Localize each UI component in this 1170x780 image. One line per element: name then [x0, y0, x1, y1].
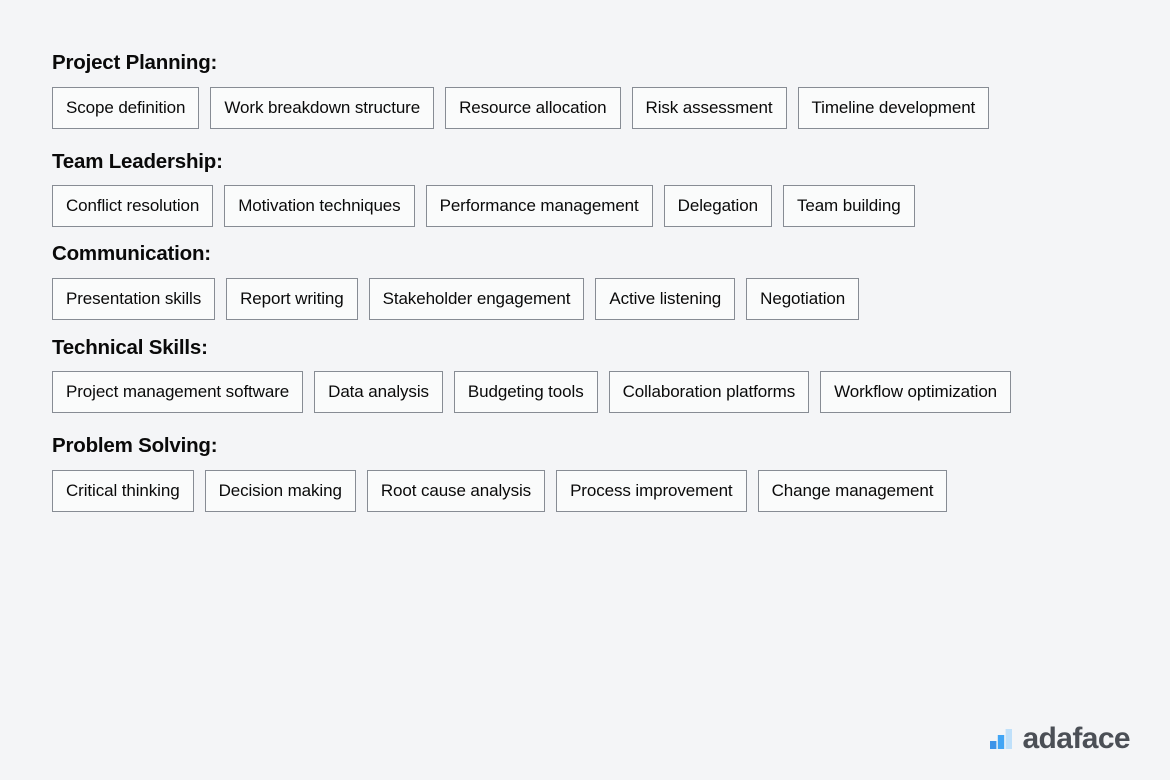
section-title: Team Leadership: [52, 149, 223, 173]
skill-tag[interactable]: Decision making [204, 469, 356, 512]
skill-tag[interactable]: Performance management [425, 185, 653, 228]
skill-tag[interactable]: Workflow optimization [820, 371, 1012, 414]
skill-tag[interactable]: Project management software [52, 371, 304, 414]
skills-overview-page: Project Planning: Scope definition Work … [0, 0, 1170, 780]
bar-chart-logo-icon [990, 729, 1013, 749]
section-technical-skills: Technical Skills: Project management sof… [52, 335, 1130, 414]
skill-tag[interactable]: Root cause analysis [366, 469, 546, 512]
skill-tag[interactable]: Motivation techniques [224, 185, 415, 228]
skill-tag[interactable]: Critical thinking [52, 469, 194, 512]
skill-tag[interactable]: Risk assessment [631, 86, 787, 129]
tag-row: Project management software Data analysi… [52, 371, 1012, 414]
section-project-planning: Project Planning: Scope definition Work … [52, 51, 1130, 129]
skill-tag[interactable]: Budgeting tools [453, 371, 598, 414]
section-title: Problem Solving: [52, 434, 218, 458]
skill-tag[interactable]: Conflict resolution [52, 185, 214, 228]
tag-row: Critical thinking Decision making Root c… [52, 469, 1012, 512]
skill-tag[interactable]: Timeline development [797, 86, 990, 129]
adaface-logo: adaface [989, 722, 1131, 755]
brand-name: adaface [1022, 722, 1130, 755]
section-communication: Communication: Presentation skills Repor… [52, 243, 1130, 320]
skill-tag[interactable]: Delegation [663, 185, 772, 228]
tag-row: Conflict resolution Motivation technique… [52, 185, 1012, 228]
skill-tag[interactable]: Collaboration platforms [608, 371, 810, 414]
section-title: Project Planning: [52, 51, 218, 74]
section-team-leadership: Team Leadership: Conflict resolution Mot… [52, 149, 1130, 228]
skill-tag[interactable]: Presentation skills [52, 277, 216, 320]
skill-tag[interactable]: Report writing [226, 277, 358, 320]
skill-tag[interactable]: Scope definition [52, 86, 200, 129]
skill-tag[interactable]: Team building [782, 185, 915, 228]
skill-tag[interactable]: Process improvement [556, 469, 747, 512]
section-problem-solving: Problem Solving: Critical thinking Decis… [52, 435, 1130, 512]
skill-tag[interactable]: Active listening [595, 277, 736, 320]
skill-tag[interactable]: Data analysis [314, 371, 443, 414]
section-title: Communication: [52, 242, 211, 266]
tag-row: Scope definition Work breakdown structur… [52, 86, 1012, 129]
skill-tag[interactable]: Resource allocation [445, 86, 621, 129]
skill-tag[interactable]: Change management [757, 469, 948, 512]
skill-tag[interactable]: Work breakdown structure [210, 86, 435, 129]
skill-tag[interactable]: Stakeholder engagement [368, 277, 585, 320]
tag-row: Presentation skills Report writing Stake… [52, 277, 1012, 320]
section-title: Technical Skills: [52, 335, 208, 359]
skill-tag[interactable]: Negotiation [746, 277, 860, 320]
